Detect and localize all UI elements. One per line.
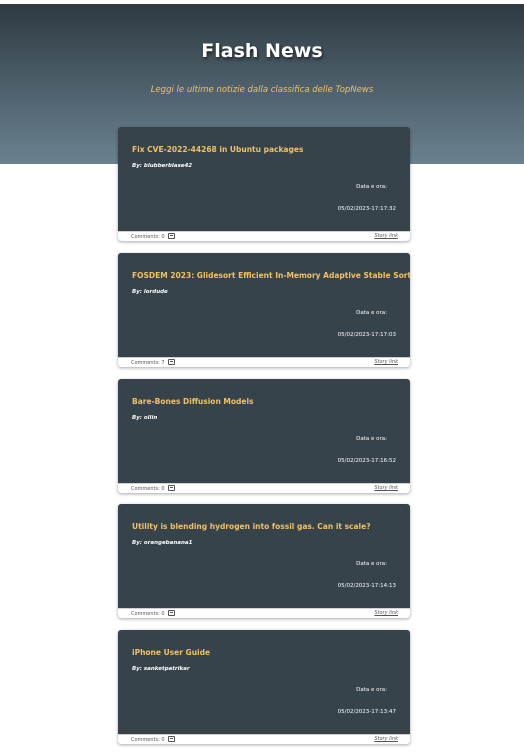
news-card: Bare-Bones Diffusion Models By: ollin Da… [118,379,410,493]
story-link[interactable]: Story link [374,359,398,365]
news-title: Fix CVE-2022-44268 in Ubuntu packages [132,145,304,154]
story-link[interactable]: Story link [374,485,398,491]
comment-icon [167,610,175,616]
news-author: By: blubberblase42 [132,163,193,169]
date-label: Data e ora: [356,184,387,190]
card-footer: Comments: 0 Story link [118,734,410,744]
comments-count: Comments: 0 [131,233,175,240]
comments-count: Comments: 0 [131,485,175,492]
date-label: Data e ora: [356,687,387,693]
comments-label: Comments: 7 [131,360,165,366]
comments-label: Comments: 0 [131,611,165,617]
card-footer: Comments: 0 Story link [118,608,410,618]
card-footer: Comments: 0 Story link [118,231,410,241]
comments-count: Comments: 0 [131,610,175,617]
news-title: iPhone User Guide [132,648,211,657]
card-footer: Comments: 7 Story link [118,357,410,367]
date-label: Data e ora: [356,561,387,567]
comments-label: Comments: 0 [131,486,165,492]
news-card: Utility is blending hydrogen into fossil… [118,504,410,618]
date-label: Data e ora: [356,436,387,442]
comments-label: Comments: 0 [131,234,165,240]
comment-icon [167,485,175,491]
comment-icon [167,736,175,742]
news-title: Utility is blending hydrogen into fossil… [132,522,371,531]
news-author: By: ollin [132,415,158,421]
comments-count: Comments: 0 [131,736,175,743]
news-datetime: 05/02/2023-17:16:52 [337,458,396,464]
news-title: Bare-Bones Diffusion Models [132,397,254,406]
card-footer: Comments: 0 Story link [118,483,410,493]
story-link[interactable]: Story link [374,736,398,742]
comment-icon [167,359,175,365]
story-link[interactable]: Story link [374,233,398,239]
comments-label: Comments: 0 [131,737,165,743]
date-label: Data e ora: [356,310,387,316]
news-datetime: 05/02/2023-17:14:13 [337,583,396,589]
news-card: FOSDEM 2023: Glidesort Efficient In-Memo… [118,253,410,367]
news-title: FOSDEM 2023: Glidesort Efficient In-Memo… [132,271,410,280]
page-subtitle: Leggi le ultime notizie dalla classifica… [150,85,374,95]
news-card: Fix CVE-2022-44268 in Ubuntu packages By… [118,127,410,241]
news-author: By: sanketpatrikar [132,666,190,672]
story-link[interactable]: Story link [374,610,398,616]
news-author: By: lordude [132,289,168,295]
page-title: Flash News [201,40,323,62]
news-datetime: 05/02/2023-17:17:03 [337,332,396,338]
comment-icon [167,233,175,239]
news-datetime: 05/02/2023-17:17:32 [337,206,396,212]
news-author: By: orangebanana1 [132,540,193,546]
news-datetime: 05/02/2023-17:13:47 [337,709,396,715]
comments-count: Comments: 7 [131,359,175,366]
news-card: iPhone User Guide By: sanketpatrikar Dat… [118,630,410,744]
